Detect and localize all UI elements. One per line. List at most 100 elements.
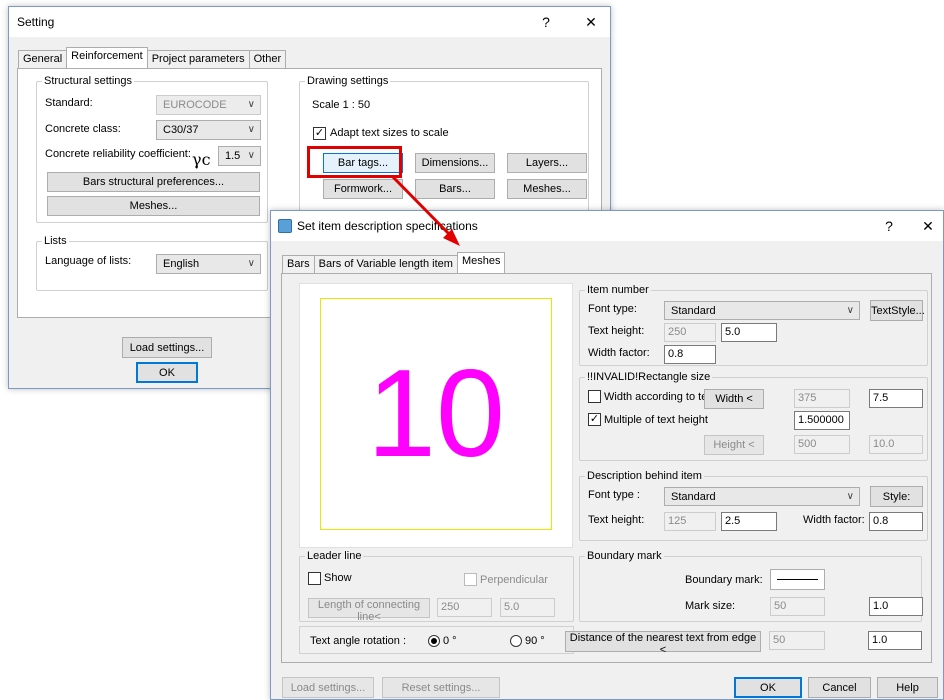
rotation-0-label: 0 ° bbox=[443, 635, 457, 647]
desc-width-factor-input[interactable]: 0.8 bbox=[869, 512, 923, 531]
width-input[interactable]: 7.5 bbox=[869, 389, 923, 408]
item-description-dialog: Set item description specifications ? ✕ … bbox=[270, 210, 944, 700]
mark-size-input[interactable]: 1.0 bbox=[869, 597, 923, 616]
chevron-down-icon: ∨ bbox=[247, 99, 255, 110]
rotation-0-radio[interactable] bbox=[428, 635, 440, 647]
show-leader-checkbox[interactable] bbox=[308, 572, 321, 585]
textstyle-button[interactable]: TextStyle... bbox=[870, 300, 925, 321]
width-disabled-value: 375 bbox=[794, 389, 850, 408]
boundary-mark-label: Boundary mark: bbox=[685, 574, 763, 586]
item-description-title: Set item description specifications bbox=[297, 219, 478, 233]
gamma-c-symbol: γc bbox=[192, 150, 211, 169]
language-label: Language of lists: bbox=[45, 255, 132, 267]
drawing-settings-title: Drawing settings bbox=[305, 75, 391, 87]
setting-load-settings-button[interactable]: Load settings... bbox=[122, 337, 212, 358]
setting-tabs: General Reinforcement Project parameters… bbox=[18, 47, 287, 68]
leader-line-group: Leader line Show Perpendicular Length of… bbox=[299, 550, 574, 623]
reliability-select[interactable]: 1.5 ∨ bbox=[218, 146, 261, 166]
bar-tags-highlight bbox=[307, 146, 402, 178]
tab-other[interactable]: Other bbox=[248, 50, 287, 68]
rectangle-size-group: !!INVALID!Rectangle size Width according… bbox=[579, 371, 928, 461]
desc-text-height-input[interactable]: 2.5 bbox=[721, 512, 777, 531]
item-width-factor-input[interactable]: 0.8 bbox=[664, 345, 716, 364]
lists-group: Lists Language of lists: English ∨ bbox=[36, 235, 268, 291]
concrete-class-label: Concrete class: bbox=[45, 123, 121, 135]
boundary-mark-group: Boundary mark Boundary mark: Mark size: … bbox=[579, 550, 923, 622]
height-input: 10.0 bbox=[869, 435, 923, 454]
width-according-checkbox[interactable] bbox=[588, 390, 601, 403]
item-ok-button[interactable]: OK bbox=[734, 677, 802, 698]
rotation-90-radio[interactable] bbox=[510, 635, 522, 647]
layers-button[interactable]: Layers... bbox=[507, 153, 587, 173]
height-disabled-value: 500 bbox=[794, 435, 850, 454]
tab-general[interactable]: General bbox=[18, 50, 68, 68]
tab-reinforcement[interactable]: Reinforcement bbox=[66, 47, 148, 68]
standard-select: EUROCODE ∨ bbox=[156, 95, 261, 115]
setting-ok-button[interactable]: OK bbox=[136, 362, 198, 383]
chevron-down-icon: ∨ bbox=[247, 258, 255, 269]
text-rotation-row: Text angle rotation : 0 ° 90 ° bbox=[299, 626, 574, 654]
setting-close-icon[interactable]: ✕ bbox=[576, 11, 606, 33]
multiple-input[interactable]: 1.500000 bbox=[794, 411, 850, 430]
chevron-down-icon: ∨ bbox=[247, 124, 255, 135]
item-font-type-label: Font type: bbox=[588, 303, 637, 315]
boundary-mark-button[interactable] bbox=[770, 569, 825, 590]
tab-meshes[interactable]: Meshes bbox=[456, 252, 506, 273]
desc-text-height-label: Text height: bbox=[588, 514, 645, 526]
item-load-settings-button[interactable]: Load settings... bbox=[282, 677, 374, 698]
item-width-factor-label: Width factor: bbox=[588, 347, 650, 359]
length-connecting-line-button[interactable]: Length of connecting line< bbox=[308, 598, 430, 623]
rotation-90-label: 90 ° bbox=[525, 635, 545, 647]
adapt-text-checkbox[interactable]: ✓ bbox=[313, 127, 326, 140]
preview-item-number: 10 bbox=[367, 345, 505, 483]
item-number-group: Item number Font type: Standard ∨ TextSty… bbox=[579, 284, 928, 366]
mark-size-label: Mark size: bbox=[685, 600, 736, 612]
distance-nearest-text-button[interactable]: Distance of the nearest text from edge < bbox=[565, 631, 761, 656]
tab-project-parameters[interactable]: Project parameters bbox=[146, 50, 250, 68]
distance-input[interactable]: 1.0 bbox=[868, 631, 922, 650]
width-pick-button[interactable]: Width < bbox=[704, 389, 764, 409]
distance-disabled-value: 50 bbox=[769, 631, 825, 650]
item-description-help-button[interactable]: ? bbox=[874, 215, 904, 237]
desc-style-button[interactable]: Style: bbox=[870, 486, 923, 507]
concrete-class-select[interactable]: C30/37 ∨ bbox=[156, 120, 261, 140]
item-help-button[interactable]: Help bbox=[877, 677, 938, 698]
perpendicular-label: Perpendicular bbox=[480, 574, 548, 586]
formwork-button[interactable]: Formwork... bbox=[323, 179, 403, 199]
structural-settings-title: Structural settings bbox=[42, 75, 135, 87]
app-icon bbox=[278, 219, 292, 233]
drawing-meshes-button[interactable]: Meshes... bbox=[507, 179, 587, 199]
reset-settings-button[interactable]: Reset settings... bbox=[382, 677, 500, 698]
item-font-type-select[interactable]: Standard ∨ bbox=[664, 301, 860, 320]
item-cancel-button[interactable]: Cancel bbox=[808, 677, 871, 698]
reliability-label: Concrete reliability coefficient: bbox=[45, 148, 191, 160]
description-behind-title: Description behind item bbox=[585, 470, 704, 482]
tab-bars-variable-length[interactable]: Bars of Variable length item bbox=[313, 255, 458, 273]
bars-structural-preferences-button[interactable]: Bars structural preferences... bbox=[47, 172, 260, 192]
lists-title: Lists bbox=[42, 235, 69, 247]
width-according-label: Width according to te bbox=[604, 391, 708, 403]
setting-titlebar: Setting ? ✕ bbox=[9, 7, 610, 37]
adapt-text-label: Adapt text sizes to scale bbox=[330, 127, 449, 139]
setting-help-button[interactable]: ? bbox=[531, 11, 561, 33]
item-description-close-icon[interactable]: ✕ bbox=[913, 215, 943, 237]
desc-font-type-select[interactable]: Standard ∨ bbox=[664, 487, 860, 506]
language-select[interactable]: English ∨ bbox=[156, 254, 261, 274]
perpendicular-checkbox[interactable] bbox=[464, 573, 477, 586]
chevron-down-icon: ∨ bbox=[846, 305, 854, 316]
structural-meshes-button[interactable]: Meshes... bbox=[47, 196, 260, 216]
item-number-title: Item number bbox=[585, 284, 651, 296]
bars-button[interactable]: Bars... bbox=[415, 179, 495, 199]
tab-bars[interactable]: Bars bbox=[282, 255, 315, 273]
height-pick-button[interactable]: Height < bbox=[704, 435, 764, 455]
item-text-height-input[interactable]: 5.0 bbox=[721, 323, 777, 342]
structural-settings-group: Structural settings Standard: EUROCODE ∨ … bbox=[36, 75, 268, 223]
boundary-mark-title: Boundary mark bbox=[585, 550, 664, 562]
dimensions-button[interactable]: Dimensions... bbox=[415, 153, 495, 173]
chevron-down-icon: ∨ bbox=[247, 150, 255, 161]
line-style-icon bbox=[777, 579, 818, 580]
multiple-text-height-checkbox[interactable]: ✓ bbox=[588, 413, 601, 426]
item-text-height-disabled: 250 bbox=[664, 323, 716, 342]
multiple-text-height-label: Multiple of text height bbox=[604, 414, 708, 426]
description-behind-group: Description behind item Font type : Stan… bbox=[579, 470, 928, 541]
